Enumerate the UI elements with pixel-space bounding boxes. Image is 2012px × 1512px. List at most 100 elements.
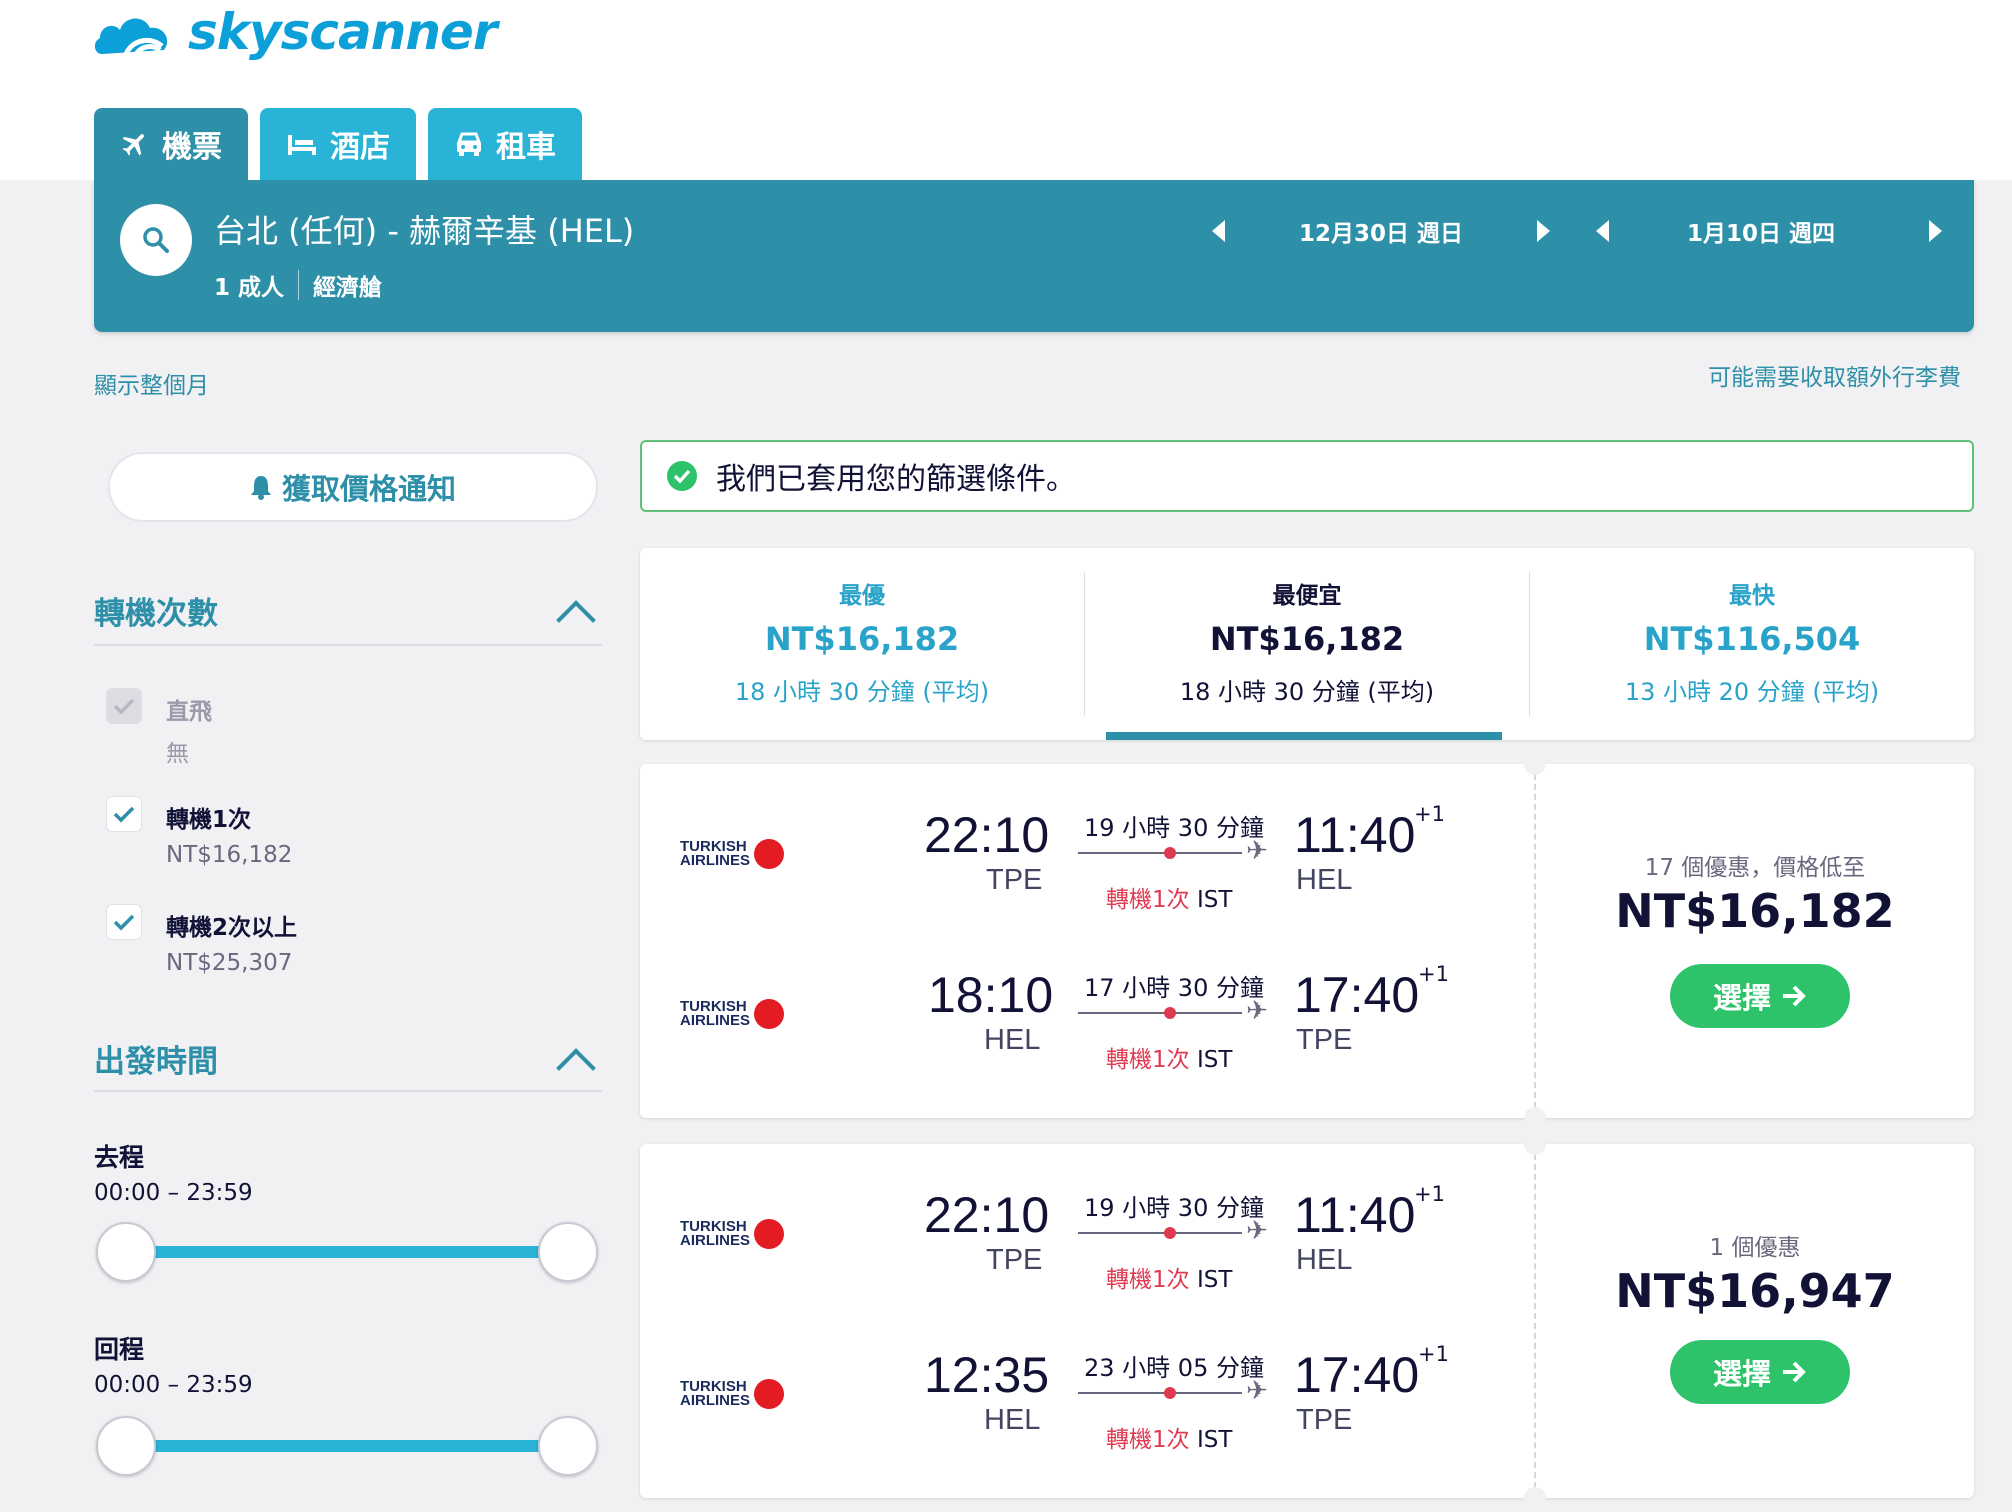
one-stop-checkbox[interactable] — [106, 796, 142, 832]
search-button[interactable] — [120, 204, 192, 276]
result-card[interactable]: TURKISH AIRLINES 22:10 TPE 19 小時 30 分鐘 ✈ … — [640, 1133, 1974, 1509]
stops-info: 轉機1次 IST — [1106, 880, 1232, 914]
depart-next-day-button[interactable] — [1537, 220, 1551, 242]
selected-sort-indicator — [1106, 732, 1502, 740]
day-offset: +1 — [1414, 802, 1445, 826]
depart-date-nav: 12月30日 週日 — [1212, 214, 1551, 248]
stops-info: 轉機1次 IST — [1106, 1040, 1232, 1074]
plane-icon: ✈ — [1246, 836, 1268, 866]
airline-name: TURKISH AIRLINES — [680, 838, 751, 869]
via-airport: IST — [1196, 1267, 1233, 1293]
search-icon — [143, 227, 169, 253]
airline-name: TURKISH AIRLINES — [680, 1378, 751, 1409]
stop-dot — [1164, 1387, 1176, 1399]
inbound-slider-min-handle[interactable] — [96, 1416, 156, 1476]
passenger-count: 1 成人 — [214, 275, 285, 301]
tab-label: 租車 — [496, 130, 556, 165]
sort-label: 最快 — [1729, 583, 1775, 609]
outbound-range: 00:00 – 23:59 — [94, 1180, 253, 1206]
arrival-airport: TPE — [1296, 1404, 1353, 1436]
sort-label: 最優 — [839, 583, 885, 609]
airline-name: TURKISH AIRLINES — [680, 998, 751, 1029]
return-prev-day-button[interactable] — [1596, 220, 1609, 242]
stops-filter-title[interactable]: 轉機次數 — [94, 588, 218, 633]
show-whole-month-link[interactable]: 顯示整個月 — [94, 366, 209, 400]
outbound-slider-max-handle[interactable] — [538, 1222, 598, 1282]
filters-applied-notice: 我們已套用您的篩選條件。 — [640, 440, 1974, 512]
one-stop-label[interactable]: 轉機1次 — [166, 800, 251, 834]
select-button[interactable]: 選擇 — [1670, 964, 1850, 1028]
sort-price: NT$116,504 — [1643, 620, 1861, 658]
outbound-leg: TURKISH AIRLINES 22:10 TPE 19 小時 30 分鐘 ✈ … — [640, 778, 1534, 938]
stop-dot — [1164, 847, 1176, 859]
baggage-fees-link[interactable]: 可能需要收取額外行李費 — [1708, 358, 1961, 392]
stop-dot — [1164, 1227, 1176, 1239]
turkish-airlines-icon — [754, 1219, 785, 1249]
stop-dot — [1164, 1007, 1176, 1019]
chevron-up-icon[interactable] — [556, 1048, 596, 1088]
route-line — [1078, 1012, 1242, 1014]
outbound-slider-track[interactable] — [124, 1246, 568, 1258]
price-area: 1 個優惠 NT$16,947 選擇 — [1536, 1144, 1974, 1498]
departure-airport: TPE — [986, 1244, 1043, 1276]
checkmark-icon — [113, 806, 135, 823]
select-button[interactable]: 選擇 — [1670, 1340, 1850, 1404]
tab-flights[interactable]: 機票 — [94, 108, 248, 180]
tab-car-hire[interactable]: 租車 — [428, 108, 582, 180]
cloud-logo-icon — [94, 18, 168, 56]
tab-label: 酒店 — [330, 130, 390, 165]
two-plus-stops-checkbox[interactable] — [106, 904, 142, 940]
sort-duration: 13 小時 20 分鐘 (平均) — [1624, 678, 1880, 706]
return-leg: TURKISH AIRLINES 18:10 HEL 17 小時 30 分鐘 ✈ … — [640, 938, 1534, 1098]
airline-logo: TURKISH AIRLINES — [680, 1214, 792, 1254]
result-card[interactable]: TURKISH AIRLINES 22:10 TPE 19 小時 30 分鐘 ✈ … — [640, 753, 1974, 1129]
skyscanner-logo[interactable]: skyscanner — [92, 0, 498, 64]
sort-best[interactable]: 最優 NT$16,182 18 小時 30 分鐘 (平均) — [640, 548, 1084, 740]
plane-icon: ✈ — [1246, 1376, 1268, 1406]
direct-price: 無 — [166, 741, 189, 767]
route-line — [1078, 852, 1242, 854]
departure-time: 22:10 — [924, 1187, 1050, 1243]
route-line — [1078, 1392, 1242, 1394]
car-icon — [456, 132, 482, 156]
bell-icon — [250, 476, 271, 500]
arrow-right-icon — [1783, 985, 1806, 1007]
two-plus-stops-label[interactable]: 轉機2次以上 — [166, 908, 297, 942]
route-title[interactable]: 台北 (任何) - 赫爾辛基 (HEL) — [214, 206, 634, 252]
two-plus-stops-price: NT$25,307 — [166, 950, 293, 976]
day-offset: +1 — [1418, 1342, 1449, 1366]
inbound-slider-track[interactable] — [124, 1440, 568, 1452]
airline-name: TURKISH AIRLINES — [680, 1218, 751, 1249]
outbound-label: 去程 — [94, 1143, 145, 1172]
return-next-day-button[interactable] — [1929, 220, 1943, 242]
plane-icon: ✈ — [1246, 1216, 1268, 1246]
arrival-airport: HEL — [1296, 864, 1353, 896]
chevron-up-icon[interactable] — [556, 600, 596, 640]
inbound-slider-max-handle[interactable] — [538, 1416, 598, 1476]
deals-count: 17 個優惠，價格低至 — [1644, 855, 1866, 881]
tab-hotels[interactable]: 酒店 — [260, 108, 416, 180]
via-airport: IST — [1196, 887, 1233, 913]
price-alert-button[interactable]: 獲取價格通知 — [108, 452, 598, 522]
return-date[interactable]: 1月10日 週四 — [1687, 214, 1835, 248]
flight-duration: 17 小時 30 分鐘 — [1084, 974, 1264, 1002]
departure-time-filter-title[interactable]: 出發時間 — [94, 1036, 218, 1081]
separator — [298, 270, 300, 300]
passenger-summary[interactable]: 1 成人 經濟艙 — [214, 268, 382, 302]
stops-info: 轉機1次 IST — [1106, 1420, 1232, 1454]
plane-icon: ✈ — [1246, 996, 1268, 1026]
sort-cheapest[interactable]: 最便宜 NT$16,182 18 小時 30 分鐘 (平均) — [1085, 548, 1529, 740]
outbound-slider-min-handle[interactable] — [96, 1222, 156, 1282]
arrival-airport: HEL — [1296, 1244, 1353, 1276]
depart-prev-day-button[interactable] — [1212, 220, 1225, 242]
return-date-nav: 1月10日 週四 — [1596, 214, 1943, 248]
day-offset: +1 — [1414, 1182, 1445, 1206]
inbound-label: 回程 — [94, 1335, 145, 1364]
sort-fastest[interactable]: 最快 NT$116,504 13 小時 20 分鐘 (平均) — [1530, 548, 1974, 740]
depart-date[interactable]: 12月30日 週日 — [1299, 214, 1463, 248]
cabin-class: 經濟艙 — [313, 275, 383, 301]
direct-label: 直飛 — [166, 699, 212, 725]
airline-logo: TURKISH AIRLINES — [680, 994, 792, 1034]
search-summary-bar[interactable]: 台北 (任何) - 赫爾辛基 (HEL) 1 成人 經濟艙 12月30日 週日 … — [94, 180, 1974, 332]
return-leg: TURKISH AIRLINES 12:35 HEL 23 小時 05 分鐘 ✈ … — [640, 1318, 1534, 1478]
